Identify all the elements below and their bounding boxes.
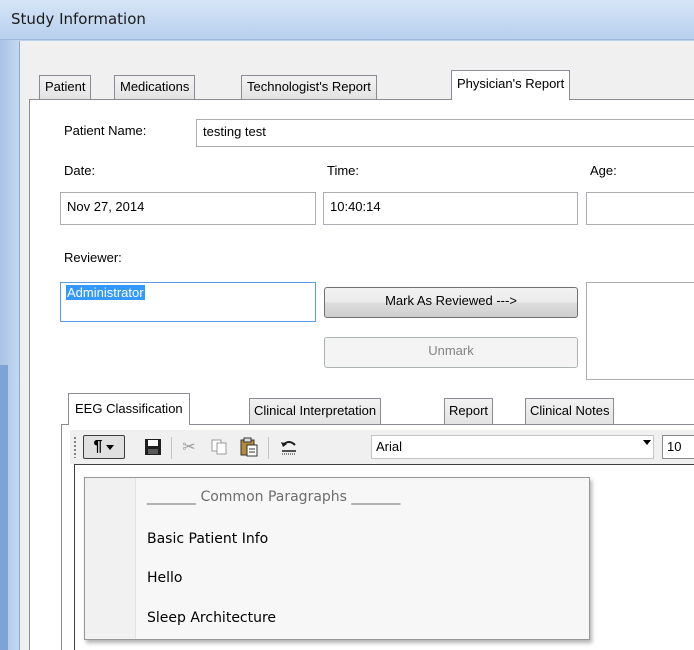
menu-item-basic-patient-info[interactable]: Basic Patient Info bbox=[147, 531, 268, 547]
undo-button[interactable] bbox=[276, 435, 302, 459]
menu-icon-gutter bbox=[85, 478, 136, 639]
common-paragraphs-menu: _______ Common Paragraphs _______ Basic … bbox=[84, 477, 590, 640]
font-name-value: Arial bbox=[376, 439, 403, 454]
window-left-border-shade bbox=[0, 365, 8, 650]
toolbar-separator bbox=[268, 437, 269, 459]
patient-name-label: Patient Name: bbox=[64, 123, 147, 138]
chevron-down-icon bbox=[106, 444, 115, 450]
tab-clinical-notes[interactable]: Clinical Notes bbox=[525, 398, 615, 424]
review-notes-box[interactable] bbox=[586, 282, 694, 380]
date-label: Date: bbox=[64, 163, 96, 178]
tab-patient[interactable]: Patient bbox=[39, 75, 92, 99]
time-value: 10:40:14 bbox=[330, 199, 381, 214]
tab-report[interactable]: Report bbox=[444, 398, 494, 424]
tab-clinical-interpretation[interactable]: Clinical Interpretation bbox=[249, 398, 382, 424]
patient-name-field[interactable]: testing test bbox=[196, 119, 694, 147]
font-size-value: 10 bbox=[667, 439, 682, 454]
tab-technologists-report[interactable]: Technologist's Report bbox=[241, 75, 377, 99]
tab-eeg-classification[interactable]: EEG Classification bbox=[68, 393, 190, 425]
date-field[interactable]: Nov 27, 2014 bbox=[60, 192, 316, 225]
title-bar[interactable]: Study Information bbox=[0, 0, 694, 40]
undo-icon bbox=[281, 441, 296, 455]
age-label: Age: bbox=[590, 163, 617, 178]
mark-as-reviewed-button[interactable]: Mark As Reviewed ---> bbox=[324, 287, 578, 318]
paragraph-dropdown-button[interactable]: ¶ bbox=[83, 435, 125, 459]
menu-item-sleep-architecture[interactable]: Sleep Architecture bbox=[147, 610, 276, 626]
tab-medications[interactable]: Medications bbox=[114, 75, 196, 99]
cut-icon: ✂ bbox=[182, 439, 196, 456]
age-field[interactable] bbox=[586, 192, 694, 225]
paste-icon bbox=[240, 437, 258, 457]
window-title: Study Information bbox=[11, 10, 146, 28]
toolbar-separator bbox=[171, 437, 172, 459]
reviewer-label: Reviewer: bbox=[64, 250, 122, 265]
menu-item-hello[interactable]: Hello bbox=[147, 570, 183, 586]
patient-name-value: testing test bbox=[203, 124, 266, 139]
save-icon bbox=[145, 439, 161, 455]
save-button[interactable] bbox=[140, 435, 166, 459]
chevron-down-icon[interactable] bbox=[643, 440, 651, 445]
unmark-button[interactable]: Unmark bbox=[324, 337, 578, 368]
tab-physicians-report[interactable]: Physician's Report bbox=[451, 70, 571, 100]
time-field[interactable]: 10:40:14 bbox=[323, 192, 578, 225]
copy-button[interactable] bbox=[206, 435, 232, 459]
reviewer-field[interactable]: Administrator bbox=[60, 282, 316, 322]
font-name-combo[interactable]: Arial bbox=[371, 435, 654, 459]
menu-header-common-paragraphs: _______ Common Paragraphs _______ bbox=[147, 489, 401, 505]
reviewer-value: Administrator bbox=[66, 285, 145, 300]
cut-button[interactable]: ✂ bbox=[176, 435, 202, 459]
paragraph-icon: ¶ bbox=[93, 438, 103, 455]
font-size-combo[interactable]: 10 bbox=[662, 435, 694, 459]
date-value: Nov 27, 2014 bbox=[67, 199, 145, 214]
time-label: Time: bbox=[327, 163, 360, 178]
copy-icon bbox=[211, 439, 227, 455]
toolbar-grip[interactable] bbox=[73, 436, 77, 458]
paste-button[interactable] bbox=[236, 435, 262, 459]
